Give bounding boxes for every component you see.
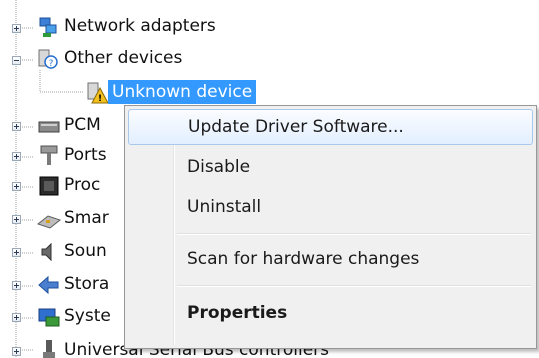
system-devices-icon — [38, 308, 60, 327]
menu-item-scan-for-hardware-changes[interactable]: Scan for hardware changes — [128, 242, 533, 278]
network-adapter-icon — [39, 17, 57, 37]
processor-icon — [39, 176, 59, 196]
expand-icon[interactable] — [12, 152, 21, 161]
menu-separator — [177, 285, 531, 287]
tree-item-sound[interactable]: Soun — [0, 239, 130, 269]
tree-item-label: Other devices — [64, 48, 183, 68]
tree-item-pcmcia[interactable]: PCM — [0, 113, 130, 143]
ports-icon — [40, 145, 58, 165]
tree-item-system-devices[interactable]: Syste — [0, 304, 130, 334]
expand-icon[interactable] — [12, 281, 21, 290]
expand-icon[interactable] — [12, 122, 21, 131]
tree-item-unknown-device[interactable]: ! Unknown device — [0, 78, 300, 108]
menu-item-label: Properties — [187, 303, 288, 323]
tree-item-label: Soun — [64, 241, 107, 261]
tree-item-label: Network adapters — [64, 16, 216, 36]
context-menu: Update Driver Software... Disable Uninst… — [124, 105, 537, 349]
expand-icon[interactable] — [12, 313, 21, 322]
usb-icon — [43, 340, 55, 358]
expand-icon[interactable] — [12, 215, 21, 224]
device-manager-view: Network adapters ? Other devices ! Unkno… — [0, 0, 539, 358]
tree-item-label: Syste — [64, 306, 111, 326]
tree-item-label: Ports — [64, 145, 107, 165]
tree-item-network-adapters[interactable]: Network adapters — [0, 14, 260, 44]
expand-icon[interactable] — [12, 347, 21, 356]
tree-item-label: Stora — [64, 274, 110, 294]
tree-item-label: Smar — [64, 208, 109, 228]
menu-item-properties[interactable]: Properties — [128, 296, 533, 332]
sound-icon — [41, 242, 52, 262]
menu-item-disable[interactable]: Disable — [128, 150, 533, 186]
menu-item-uninstall[interactable]: Uninstall — [128, 190, 533, 226]
tree-item-ports[interactable]: Ports — [0, 143, 130, 173]
tree-item-processors[interactable]: Proc — [0, 173, 130, 203]
tree-item-other-devices[interactable]: ? Other devices — [0, 46, 260, 76]
smart-card-icon — [36, 215, 62, 229]
menu-separator — [177, 233, 531, 235]
svg-text:!: ! — [98, 94, 102, 104]
tree-item-label: PCM — [64, 115, 101, 135]
collapse-icon[interactable] — [12, 56, 21, 65]
tree-item-label: Proc — [64, 175, 101, 195]
pcmcia-icon — [38, 121, 60, 133]
tree-item-storage[interactable]: Stora — [0, 272, 130, 302]
other-devices-icon: ? — [38, 49, 58, 69]
menu-item-label: Update Driver Software... — [188, 117, 404, 137]
unknown-device-warning-icon: ! — [87, 82, 109, 104]
storage-icon — [38, 275, 59, 295]
tree-item-label: Unknown device — [108, 80, 257, 104]
tree-item-smart-card[interactable]: Smar — [0, 206, 130, 236]
menu-item-label: Uninstall — [187, 197, 262, 217]
expand-icon[interactable] — [12, 182, 21, 191]
expand-icon[interactable] — [12, 24, 21, 33]
svg-text:?: ? — [49, 59, 54, 69]
menu-item-label: Disable — [187, 157, 251, 177]
expand-icon[interactable] — [12, 248, 21, 257]
menu-item-label: Scan for hardware changes — [187, 249, 420, 269]
menu-item-update-driver-software[interactable]: Update Driver Software... — [128, 109, 533, 145]
